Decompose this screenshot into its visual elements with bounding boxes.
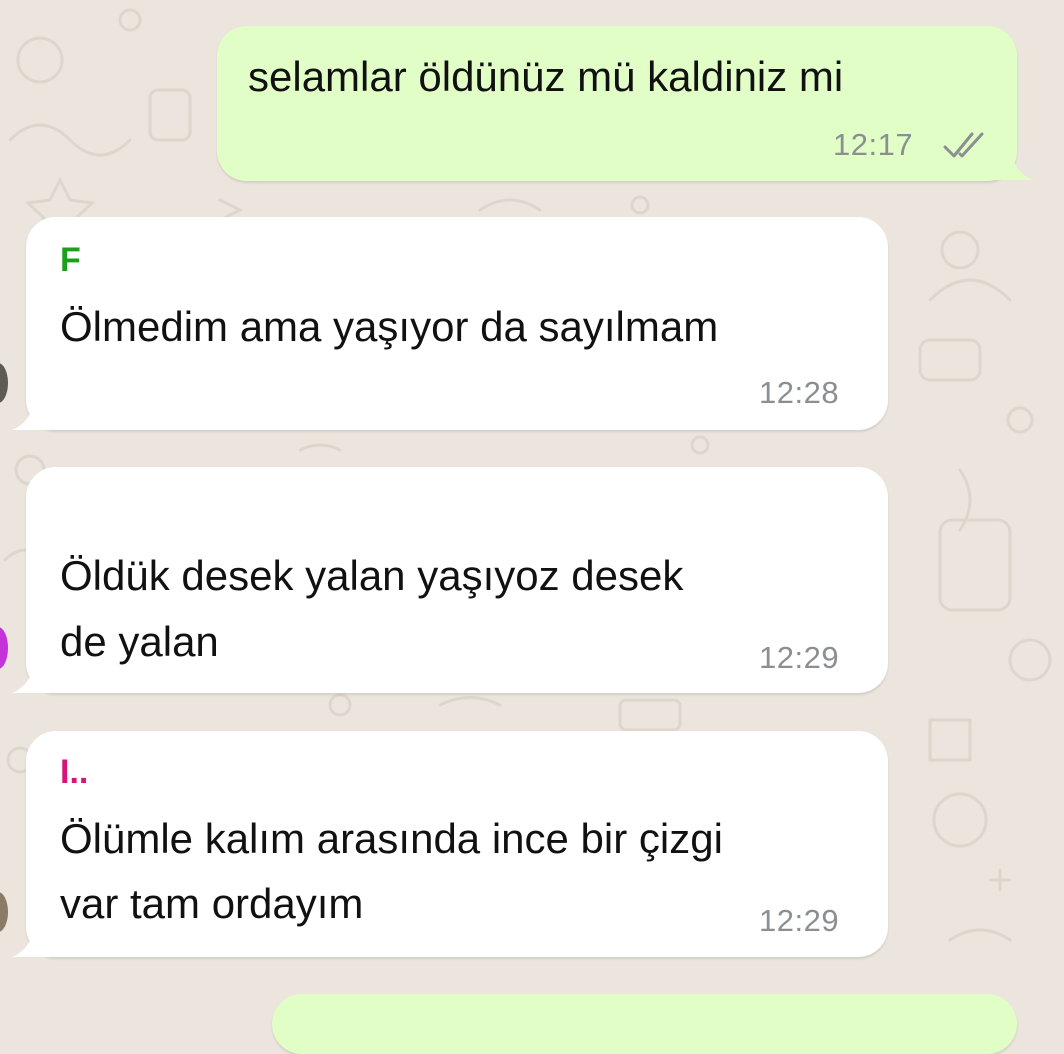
incoming-bubble-tail [12, 388, 52, 430]
message-text: selamlar öldünüz mü kaldiniz mi [248, 53, 844, 100]
message-text: Öldük desek yalan yaşıyoz desek [60, 552, 684, 599]
message-text: de yalan [60, 618, 219, 665]
sender-name[interactable]: I.. [60, 752, 88, 792]
incoming-bubble-tail [12, 915, 52, 957]
message-text: Ölümle kalım arasında ince bir çizgi [60, 815, 723, 862]
outgoing-bubble-tail [995, 140, 1033, 180]
message-timestamp: 12:29 [759, 640, 840, 675]
outgoing-message-bubble[interactable] [272, 994, 1017, 1054]
sender-name[interactable]: F [60, 240, 81, 280]
incoming-bubble-tail [12, 651, 52, 693]
message-timestamp: 12:29 [759, 903, 840, 938]
message-text: Ölmedim ama yaşıyor da sayılmam [60, 303, 719, 350]
message-text: var tam ordayım [60, 880, 364, 927]
message-timestamp: 12:17 [833, 127, 914, 162]
double-check-icon [943, 132, 984, 158]
message-timestamp: 12:28 [759, 375, 840, 410]
